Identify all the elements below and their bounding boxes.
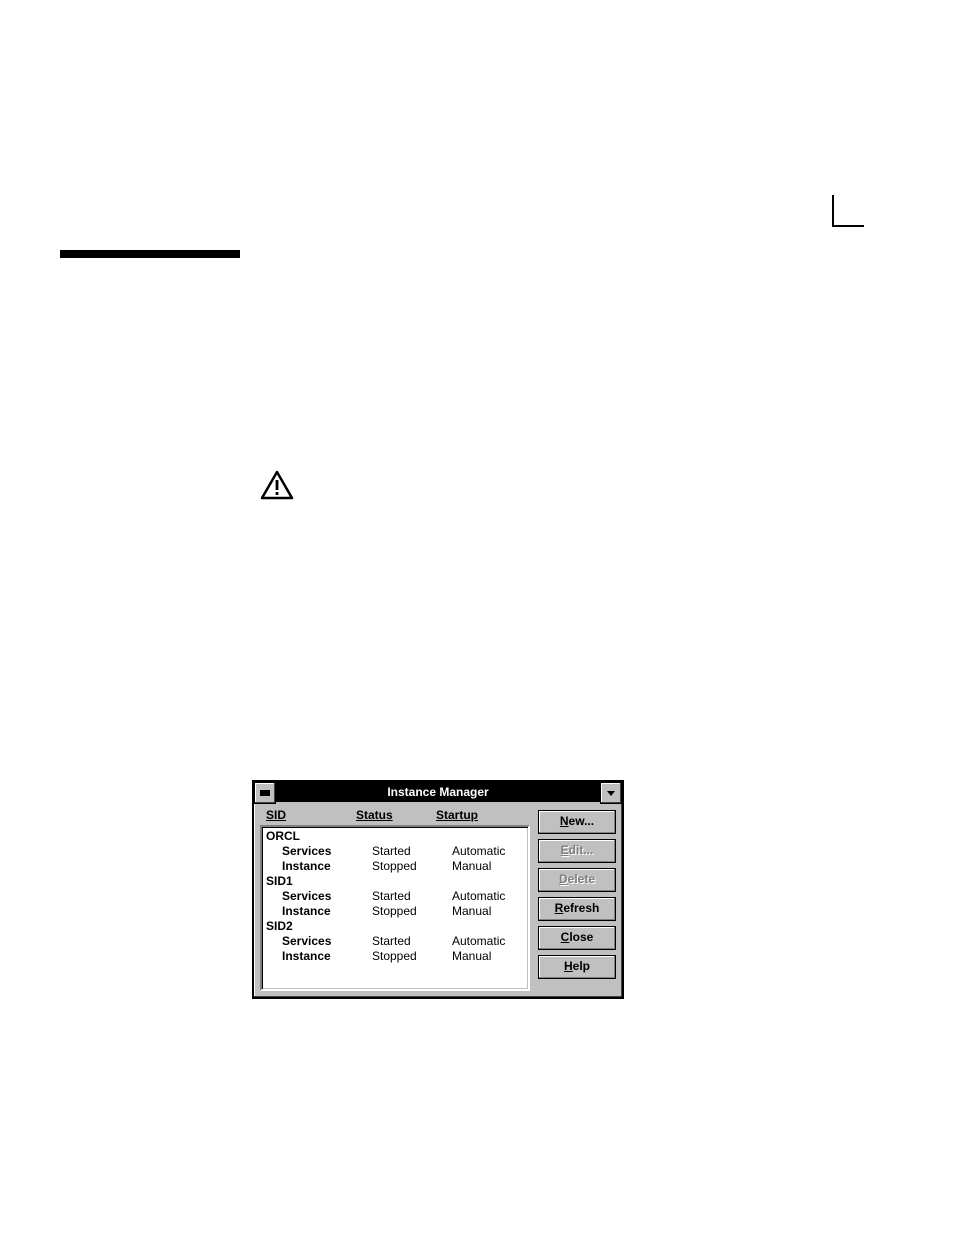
cell-sid: SID2 [266, 919, 356, 934]
cell-status [356, 919, 436, 934]
cell-startup: Manual [452, 859, 524, 874]
list-row[interactable]: SID2 [266, 919, 524, 934]
minimize-icon [606, 788, 616, 798]
cell-sid: Instance [266, 949, 372, 964]
cell-status: Started [372, 889, 452, 904]
cell-status: Started [372, 934, 452, 949]
cell-sid: Services [266, 934, 372, 949]
list-headers: SID Status Startup [260, 808, 530, 825]
system-menu-icon [260, 792, 270, 794]
header-sid: SID [266, 808, 356, 822]
minimize-button[interactable] [600, 782, 622, 804]
list-row[interactable]: InstanceStoppedManual [266, 949, 524, 964]
button-column: New... Edit... Delete Refresh Close Help [538, 808, 616, 991]
header-status: Status [356, 808, 436, 822]
instance-list[interactable]: ORCLServicesStartedAutomaticInstanceStop… [260, 825, 530, 991]
help-button[interactable]: Help [538, 955, 616, 979]
list-row[interactable]: InstanceStoppedManual [266, 859, 524, 874]
cell-sid: Services [266, 844, 372, 859]
cell-status: Stopped [372, 949, 452, 964]
divider-rule [60, 250, 240, 258]
cell-status: Started [372, 844, 452, 859]
cell-startup [436, 919, 524, 934]
list-row[interactable]: ServicesStartedAutomatic [266, 889, 524, 904]
cell-status [356, 829, 436, 844]
cell-startup [436, 874, 524, 889]
list-row[interactable]: ServicesStartedAutomatic [266, 934, 524, 949]
cell-sid: SID1 [266, 874, 356, 889]
cell-sid: Instance [266, 904, 372, 919]
instance-manager-dialog: Instance Manager SID Status Startup ORCL… [252, 780, 624, 999]
system-menu-button[interactable] [254, 782, 276, 804]
cell-sid: Services [266, 889, 372, 904]
cell-startup: Manual [452, 904, 524, 919]
cell-status [356, 874, 436, 889]
header-startup: Startup [436, 808, 526, 822]
edit-button: Edit... [538, 839, 616, 863]
cell-startup [436, 829, 524, 844]
cell-startup: Automatic [452, 934, 524, 949]
close-button[interactable]: Close [538, 926, 616, 950]
cell-sid: Instance [266, 859, 372, 874]
list-row[interactable]: InstanceStoppedManual [266, 904, 524, 919]
cell-status: Stopped [372, 904, 452, 919]
refresh-button[interactable]: Refresh [538, 897, 616, 921]
cell-sid: ORCL [266, 829, 356, 844]
cell-startup: Manual [452, 949, 524, 964]
window-title: Instance Manager [276, 782, 600, 802]
new-button[interactable]: New... [538, 810, 616, 834]
list-row[interactable]: ServicesStartedAutomatic [266, 844, 524, 859]
delete-button: Delete [538, 868, 616, 892]
crop-mark [832, 195, 864, 227]
cell-startup: Automatic [452, 844, 524, 859]
cell-startup: Automatic [452, 889, 524, 904]
cell-status: Stopped [372, 859, 452, 874]
list-row[interactable]: ORCL [266, 829, 524, 844]
warning-icon [260, 470, 294, 505]
titlebar[interactable]: Instance Manager [254, 782, 622, 802]
list-row[interactable]: SID1 [266, 874, 524, 889]
